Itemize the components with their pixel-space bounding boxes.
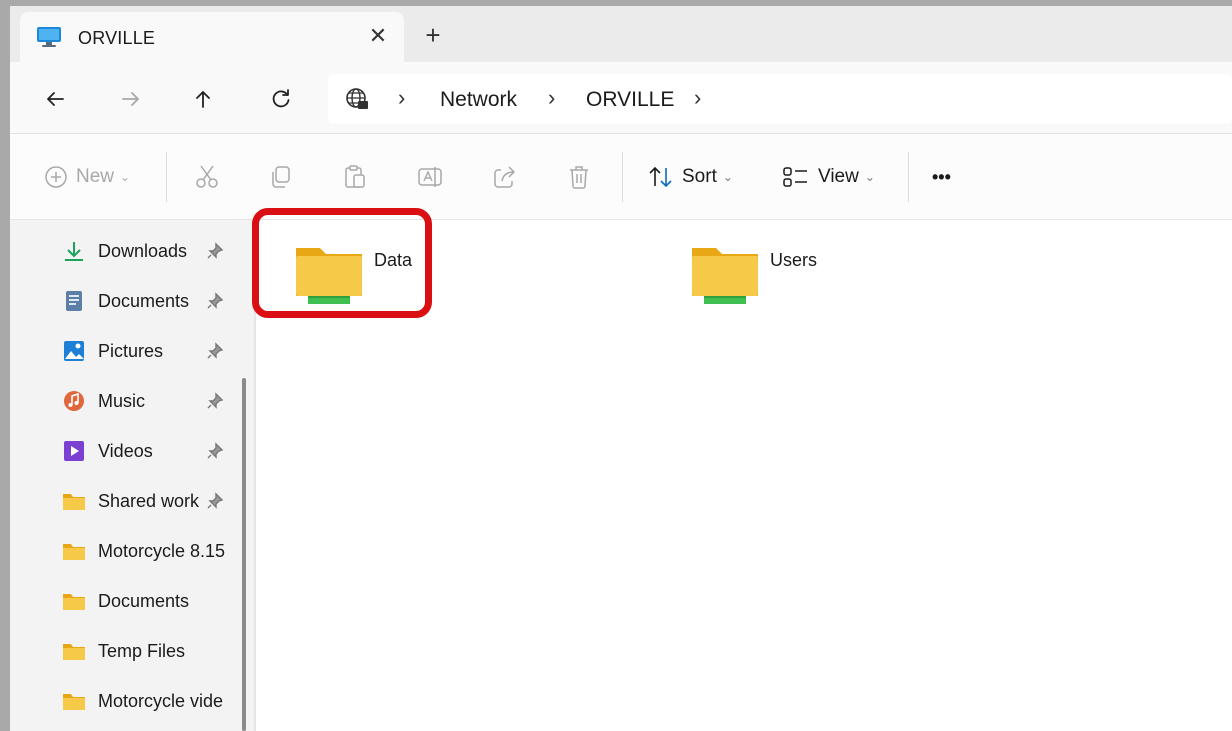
more-options-button[interactable]: ••• xyxy=(932,162,951,192)
highlight-annotation xyxy=(252,208,432,318)
new-label: New xyxy=(76,166,115,187)
address-bar[interactable]: › Network › ORVILLE › xyxy=(328,74,1232,124)
view-button[interactable]: View ⌄ xyxy=(782,162,875,192)
sidebar-item-label: Documents xyxy=(98,590,190,611)
sidebar-item-label: Music xyxy=(98,390,146,411)
paste-button[interactable] xyxy=(342,162,368,192)
up-button[interactable] xyxy=(186,82,220,116)
view-list-icon xyxy=(783,167,807,187)
pictures-icon xyxy=(64,341,84,361)
refresh-icon xyxy=(272,89,290,108)
sidebar-item-downloads[interactable]: Downloads xyxy=(62,236,240,266)
pin-icon[interactable] xyxy=(206,392,224,410)
chevron-down-icon: ⌄ xyxy=(722,170,733,184)
share-icon xyxy=(494,166,516,188)
pin-icon[interactable] xyxy=(206,442,224,460)
screen-frame: ORVILLE ✕ + › Network › ORVILLE › New ⌄ … xyxy=(0,0,1232,731)
sidebar-item-shared-work[interactable]: Shared work xyxy=(62,486,240,516)
computer-icon xyxy=(37,27,61,47)
folder-name: Users xyxy=(770,250,818,270)
sidebar-item-motorcycle-815[interactable]: Motorcycle 8.15 xyxy=(62,536,240,566)
pin-icon[interactable] xyxy=(206,342,224,360)
sidebar-item-pictures[interactable]: Pictures xyxy=(62,336,240,366)
breadcrumb-separator: › xyxy=(548,85,556,110)
copy-button[interactable] xyxy=(268,162,294,192)
paste-icon xyxy=(345,165,365,188)
sidebar-item-music[interactable]: Music xyxy=(62,386,240,416)
sidebar-item-label: Pictures xyxy=(98,340,164,361)
copy-icon xyxy=(272,166,290,188)
network-share-folder-icon xyxy=(692,248,758,304)
toolbar-divider xyxy=(908,152,909,202)
tab-title: ORVILLE xyxy=(78,28,156,48)
sidebar-item-label: Documents xyxy=(98,290,190,311)
pin-icon[interactable] xyxy=(206,242,224,260)
sort-button[interactable]: Sort ⌄ xyxy=(648,162,733,192)
breadcrumb-separator: › xyxy=(398,85,406,110)
sidebar-item-temp-files[interactable]: Temp Files xyxy=(62,636,240,666)
sidebar-item-videos[interactable]: Videos xyxy=(62,436,240,466)
folder-icon xyxy=(63,594,85,610)
rename-icon xyxy=(418,167,442,187)
folder-icon xyxy=(63,644,85,660)
folder-icon xyxy=(63,544,85,560)
folder-icon xyxy=(63,694,85,710)
sidebar-item-label: Motorcycle 8.15 xyxy=(98,540,226,561)
arrow-up-icon xyxy=(196,91,210,108)
back-button[interactable] xyxy=(38,82,72,116)
sidebar-item-motorcycle-videos[interactable]: Motorcycle vide xyxy=(62,686,240,716)
trash-icon xyxy=(570,166,588,189)
sidebar-item-label: Motorcycle vide xyxy=(98,690,224,711)
sidebar-item-label: Temp Files xyxy=(98,640,186,661)
navigation-bar: › Network › ORVILLE › xyxy=(10,62,1232,134)
plus-circle-icon xyxy=(45,166,67,188)
documents-icon xyxy=(66,291,82,311)
share-button[interactable] xyxy=(492,162,518,192)
sidebar-item-label: Downloads xyxy=(98,240,188,261)
music-icon xyxy=(64,391,84,411)
new-tab-button[interactable]: + xyxy=(418,20,448,50)
chevron-down-icon: ⌄ xyxy=(864,170,875,184)
scissors-icon xyxy=(196,165,218,188)
navigation-pane: Downloads Documents Pictures Music Video… xyxy=(10,220,246,731)
breadcrumb-separator[interactable]: › xyxy=(694,85,701,111)
close-tab-icon[interactable]: ✕ xyxy=(364,22,392,50)
arrow-left-icon xyxy=(47,92,64,106)
cut-button[interactable] xyxy=(194,162,220,192)
sidebar-scrollbar[interactable] xyxy=(242,378,246,731)
forward-button[interactable] xyxy=(114,82,148,116)
tab-orville[interactable]: ORVILLE ✕ xyxy=(20,12,404,62)
sort-icon xyxy=(649,166,672,188)
network-globe-icon xyxy=(346,88,368,109)
view-label: View xyxy=(818,166,859,187)
sidebar-item-label: Shared work xyxy=(98,490,200,511)
videos-icon xyxy=(64,441,84,461)
sidebar-item-documents[interactable]: Documents xyxy=(62,286,240,316)
arrow-right-icon xyxy=(122,92,139,106)
toolbar-divider xyxy=(166,152,167,202)
breadcrumb-orville[interactable]: ORVILLE xyxy=(586,88,674,112)
tab-bar: ORVILLE ✕ + xyxy=(10,6,1232,62)
sidebar-item-label: Videos xyxy=(98,440,153,461)
chevron-down-icon: ⌄ xyxy=(120,170,131,184)
command-bar: New ⌄ Sort ⌄ View ⌄ ••• xyxy=(10,134,1232,220)
breadcrumb-network[interactable]: Network xyxy=(440,88,517,112)
pin-icon[interactable] xyxy=(206,292,224,310)
pin-icon[interactable] xyxy=(206,492,224,510)
rename-button[interactable] xyxy=(416,162,444,192)
sidebar-item-documents-folder[interactable]: Documents xyxy=(62,586,240,616)
new-button[interactable]: New ⌄ xyxy=(44,162,130,192)
file-explorer-window: ORVILLE ✕ + › Network › ORVILLE › New ⌄ … xyxy=(10,6,1232,731)
folder-item-users[interactable]: Users xyxy=(690,240,890,320)
delete-button[interactable] xyxy=(566,162,592,192)
folder-icon xyxy=(63,494,85,510)
refresh-button[interactable] xyxy=(264,82,298,116)
toolbar-divider xyxy=(622,152,623,202)
sort-label: Sort xyxy=(682,166,717,187)
download-icon xyxy=(65,242,83,261)
